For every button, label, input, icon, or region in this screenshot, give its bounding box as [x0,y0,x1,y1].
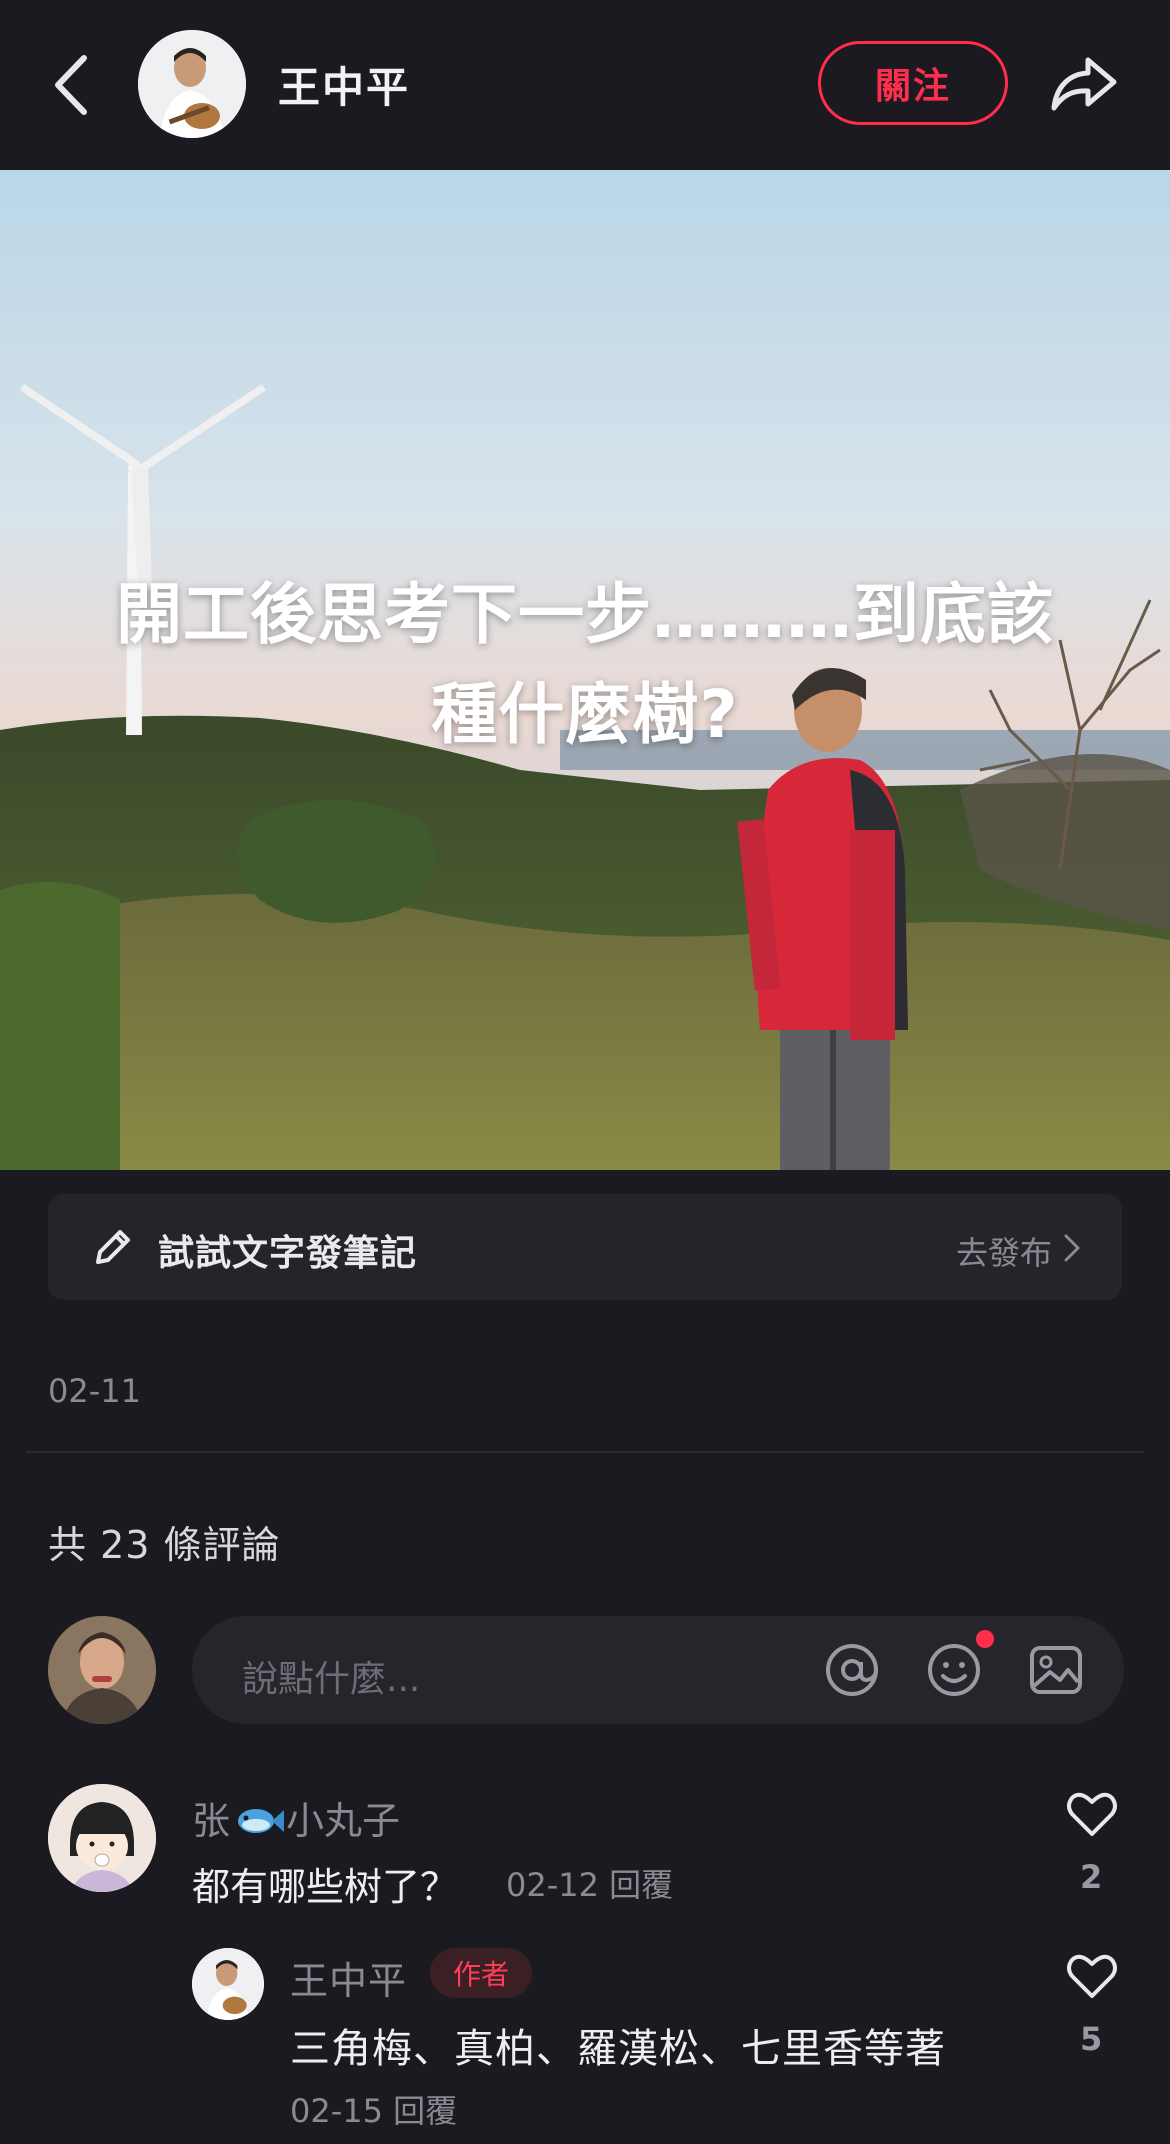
fish-emoji-icon [238,1809,285,1833]
reply-text: 三角梅、真柏、羅漢松、七里香等著 [290,2026,946,2072]
author-badge: 作者 [430,1948,532,1998]
post-date: 02-11 [48,1372,141,1410]
author-name[interactable]: 王中平 [278,54,410,115]
author-avatar[interactable] [138,30,246,138]
at-icon[interactable] [822,1640,882,1700]
like-count: 5 [1080,2020,1103,2058]
divider [26,1451,1144,1453]
comment-meta-reply[interactable]: 02-12 回覆 [506,1860,673,1906]
commenter-name[interactable]: 张 小丸子 [192,1790,400,1845]
current-user-avatar[interactable] [48,1616,156,1724]
back-button[interactable] [48,50,98,120]
follow-button[interactable]: 關注 [818,41,1008,125]
commenter-name-part1: 张 [192,1799,231,1843]
comment-input-placeholder: 說點什麼... [242,1659,421,1700]
comment-text: 都有哪些树了？ [192,1865,459,1909]
commenter-avatar[interactable] [48,1784,156,1892]
reply-meta-reply[interactable]: 02-15 回覆 [290,2086,457,2132]
post-image[interactable]: 開工後思考下一步………到底該 種什麼樹? [0,170,1170,1170]
reply-author-name[interactable]: 王中平 [290,1950,407,2005]
reply-author-avatar[interactable] [192,1948,264,2020]
try-text-note-banner[interactable]: 試試文字發筆記 去發布 [48,1194,1122,1300]
share-arrow-icon [1051,57,1117,111]
chevron-left-icon [55,55,87,115]
share-button[interactable] [1048,48,1120,118]
chevron-right-icon [1064,1234,1080,1262]
comment-count: 共 23 條評論 [48,1523,281,1567]
pencil-icon [96,1230,130,1264]
image-icon[interactable] [1026,1640,1086,1700]
heart-icon[interactable] [1064,1950,1120,2002]
publish-link[interactable]: 去發布 [956,1228,1052,1274]
notification-dot [976,1630,994,1648]
like-count: 2 [1080,1858,1103,1896]
heart-icon[interactable] [1064,1788,1120,1840]
note-banner-label: 試試文字發筆記 [158,1233,418,1274]
emoji-icon[interactable] [924,1640,984,1700]
overlay-title-line-1: 開工後思考下一步………到底該 [116,576,1054,653]
overlay-title-line-2: 種什麼樹? [431,676,739,753]
post-overlay-title: 開工後思考下一步………到底該 種什麼樹? [40,565,1130,765]
comment-input[interactable]: 說點什麼... [192,1616,1124,1724]
commenter-name-part2: 小丸子 [286,1799,401,1843]
top-bar: 王中平 關注 [0,0,1170,170]
